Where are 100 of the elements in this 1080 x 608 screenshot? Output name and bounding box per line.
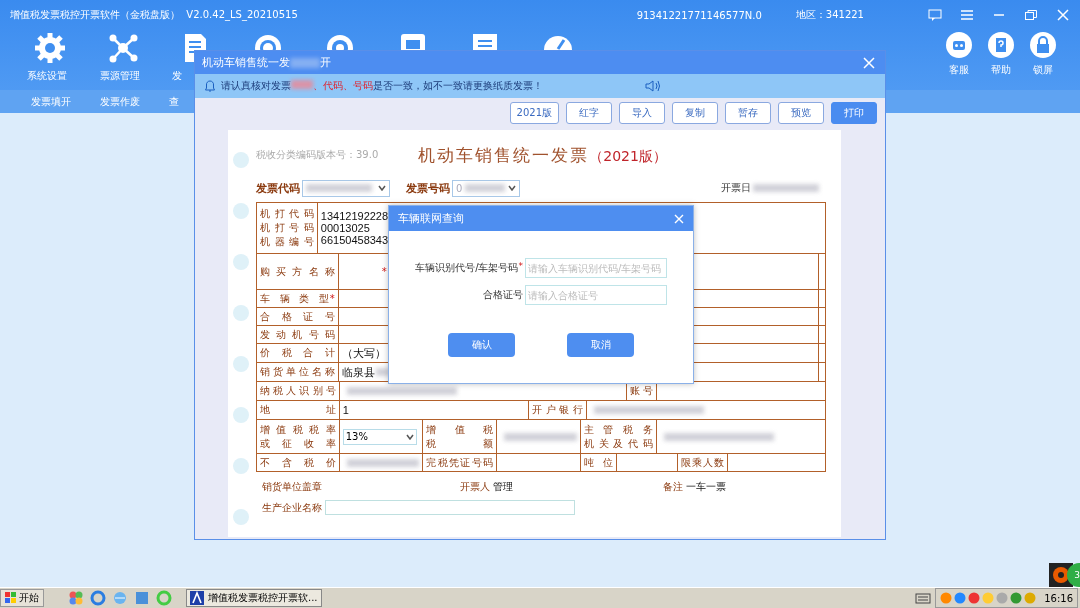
field-label: 税额 — [426, 436, 494, 451]
rate-select[interactable]: 13% — [342, 428, 417, 445]
bell-icon — [205, 80, 215, 92]
nav-tab[interactable]: 发票作废 — [100, 94, 140, 109]
field-label: 发票号码 — [406, 180, 450, 196]
field-label: 增值税 — [426, 422, 494, 437]
required-mark: * — [518, 261, 523, 271]
field-label: 销货单位盖章 — [262, 480, 322, 494]
tax-id: 91341221771146577N.0 — [636, 9, 762, 21]
punch-hole-icon — [233, 509, 249, 525]
toolbar-label[interactable]: 锁屏 — [1033, 63, 1053, 77]
toolbar-button[interactable]: 预览 — [778, 102, 824, 124]
field-label: 发动机号码 — [260, 327, 335, 342]
restore-icon — [1024, 9, 1038, 21]
field-label: 发票代码 — [256, 180, 300, 196]
app-title: 增值税发票税控开票软件（金税盘版） V2.0.42_LS_20210515 — [10, 8, 298, 22]
punch-hole-icon — [233, 254, 249, 270]
tray-icon — [940, 592, 953, 604]
keyboard-icon — [915, 592, 932, 604]
punch-hole-icon — [233, 152, 249, 168]
invoice-number-select[interactable]: 0 — [452, 179, 520, 197]
toolbar-button[interactable]: 红字 — [566, 102, 612, 124]
speaker-icon — [645, 79, 661, 93]
punch-hole-icon — [233, 407, 249, 423]
field-label: 合格证号 — [483, 288, 523, 302]
taskbar-task[interactable]: 增值税发票税控开票软... — [186, 589, 322, 607]
field-label: 备注 — [663, 480, 683, 494]
toolbar-button[interactable]: 导入 — [619, 102, 665, 124]
toolbar-button[interactable]: 2021版 — [509, 102, 559, 124]
tray-icon — [982, 592, 995, 604]
tray-icon — [968, 592, 981, 604]
invoice-edition: （2021版） — [589, 147, 667, 166]
toolbar-label[interactable]: 票源管理 — [99, 69, 146, 83]
dialog-title: 机动车销售统一发 — [202, 55, 290, 70]
confirm-button[interactable]: 确认 — [448, 333, 515, 357]
help-icon — [988, 32, 1014, 58]
required-mark: * — [329, 293, 335, 304]
close-icon — [674, 213, 684, 224]
tray-icon — [996, 592, 1009, 604]
field-label: 或征收率 — [260, 436, 336, 451]
version-note: 税收分类编码版本号：39.0 — [256, 148, 379, 162]
region-label: 地区：341221 — [795, 8, 864, 22]
caret-icon — [405, 433, 414, 440]
apps-icon — [68, 590, 84, 606]
field-value: （大写） — [341, 345, 386, 361]
field-value: 管理 — [493, 480, 513, 494]
punch-hole-icon — [233, 203, 249, 219]
close-icon — [863, 56, 875, 69]
field-label: 开票人 — [460, 480, 490, 494]
start-button[interactable]: 开始 — [0, 589, 44, 607]
lock-icon — [1030, 32, 1056, 58]
invoice-code-select[interactable] — [302, 179, 390, 197]
field-value: 一车一票 — [686, 480, 726, 494]
clock: 16:16 — [1044, 592, 1073, 604]
toolbar-button[interactable]: 复制 — [672, 102, 718, 124]
field-label: 完税凭证号码 — [426, 455, 494, 470]
required-mark: * — [381, 266, 387, 277]
field-label: 增值税税率 — [260, 422, 336, 437]
print-button[interactable]: 打印 — [831, 102, 877, 124]
close-icon — [1056, 9, 1070, 21]
field-label: 开户银行 — [532, 403, 583, 417]
field-label: 开票日 — [721, 181, 751, 195]
field-label: 合格证号 — [260, 309, 335, 324]
field-value: 00013025 — [320, 222, 370, 234]
browser-icon — [156, 590, 172, 606]
caret-icon — [378, 185, 386, 191]
field-value: 13412192228 — [320, 210, 389, 222]
field-value: 66150458343 — [320, 234, 389, 246]
toolbar-label[interactable]: 帮助 — [991, 63, 1011, 77]
field-label: 地址 — [260, 403, 336, 417]
chat-icon — [928, 9, 942, 21]
punch-hole-icon — [233, 305, 249, 321]
field-label: 机器编号 — [260, 235, 314, 249]
field-label: 机打号码 — [260, 221, 314, 235]
dialog-title: 开 — [320, 55, 331, 70]
field-label: 价税合计 — [260, 346, 335, 360]
nav-tab[interactable]: 发票填开 — [31, 94, 71, 109]
field-label: 账号 — [629, 384, 653, 398]
field-label: 吨位 — [583, 455, 613, 470]
field-label: 机打代码 — [260, 207, 314, 221]
toolbar-label[interactable]: 客服 — [949, 63, 969, 77]
field-label: 销货单位名称 — [260, 365, 335, 379]
toolbar-label[interactable]: 系统设置 — [27, 69, 74, 83]
toolbar-button[interactable]: 暂存 — [725, 102, 771, 124]
field-label: 纳税人识别号 — [260, 384, 336, 398]
blurred-text — [753, 184, 819, 192]
modal-title: 车辆联网查询 — [398, 211, 464, 226]
nav-tab[interactable]: 查 — [169, 94, 179, 109]
browser-icon — [134, 590, 150, 606]
field-label: 购买方名称 — [260, 264, 335, 279]
field-label: 车辆识别代号/车架号码 — [415, 261, 519, 275]
tray-icon — [1010, 592, 1023, 604]
text-input-field[interactable]: 请输入合格证号 — [525, 285, 667, 305]
field-label: 主管税务 — [583, 422, 653, 437]
field-label: 机关及代码 — [583, 436, 653, 451]
cancel-button[interactable]: 取消 — [567, 333, 634, 357]
blurred-text — [290, 57, 320, 68]
field-label: 不含税价 — [260, 455, 336, 470]
field-label: 生产企业名称 — [262, 500, 322, 515]
maker-input-field[interactable] — [325, 500, 575, 515]
